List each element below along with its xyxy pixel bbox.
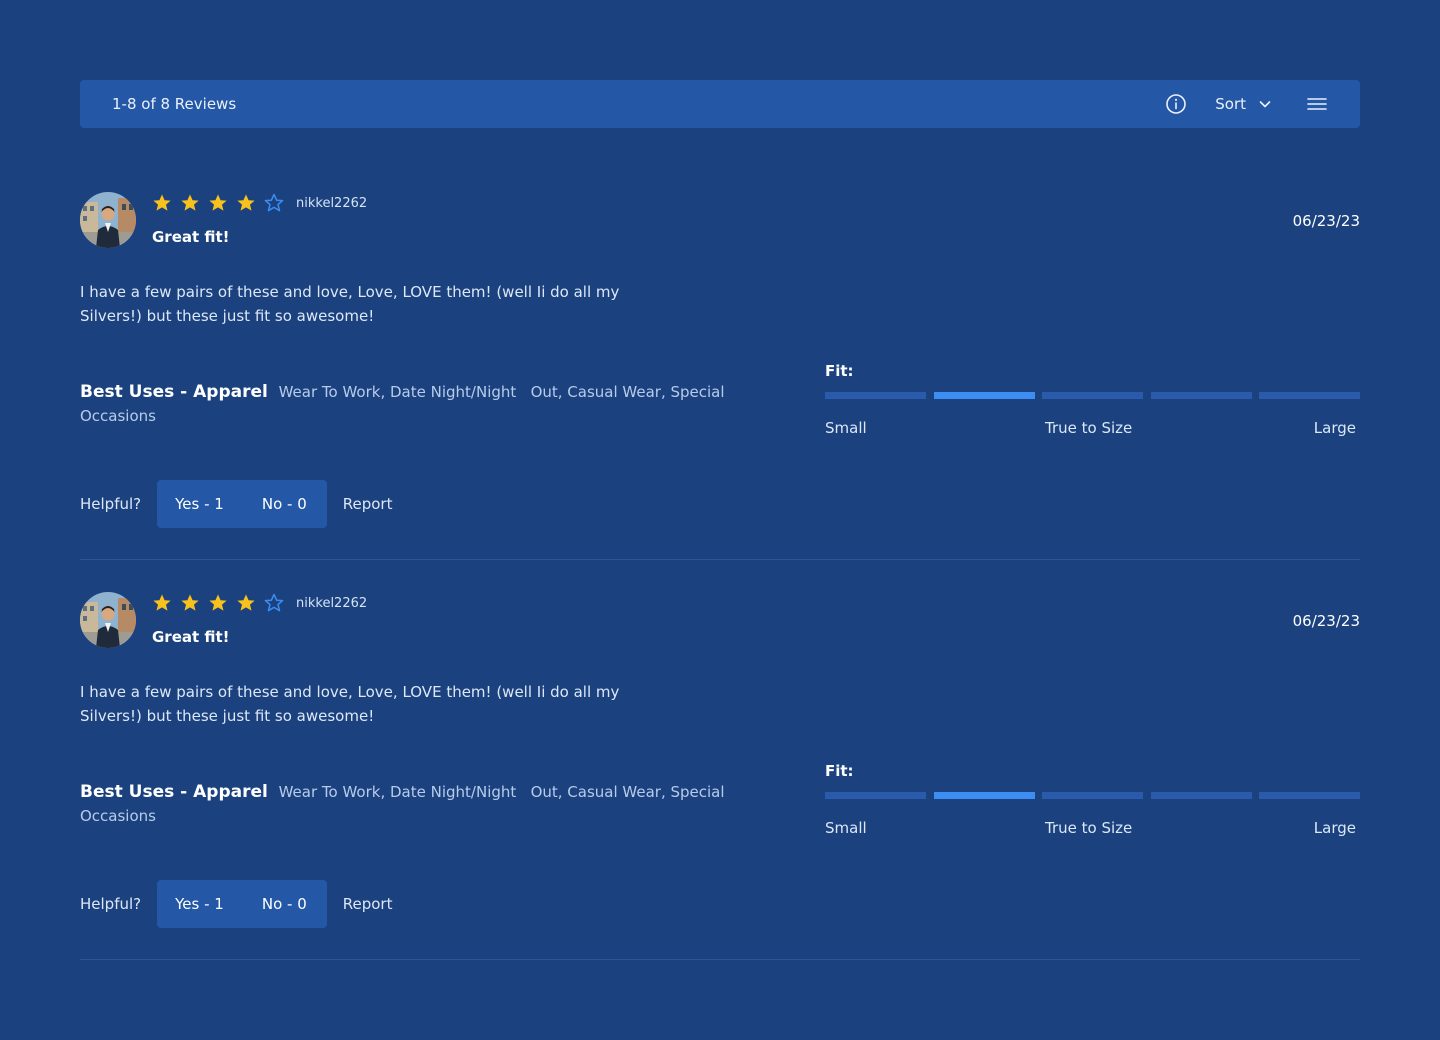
- sort-label: Sort: [1215, 95, 1246, 113]
- fit-segment: [1150, 792, 1252, 799]
- helpful-row: Helpful? Yes - 1 No - 0 Report: [80, 480, 392, 528]
- reviewer-username: nikkel2262: [296, 196, 368, 211]
- fit-scale-true-to-size: True to Size: [1045, 419, 1133, 437]
- fit-scale-true-to-size: True to Size: [1045, 819, 1133, 837]
- reviewer-username: nikkel2262: [296, 596, 368, 611]
- fit-segment: [825, 792, 926, 799]
- sort-button[interactable]: Sort: [1215, 95, 1272, 113]
- star-rating: [152, 593, 292, 613]
- info-icon[interactable]: [1165, 93, 1187, 115]
- vote-yes-button[interactable]: Yes - 1: [175, 895, 224, 913]
- best-uses: Best Uses - Apparel Wear To Work, Date N…: [80, 380, 730, 428]
- fit-segment: [1042, 392, 1143, 399]
- fit-label: Fit:: [825, 762, 854, 780]
- fit-scale-bars: [825, 392, 1360, 400]
- helpful-label: Helpful?: [80, 895, 142, 913]
- helpful-row: Helpful? Yes - 1 No - 0 Report: [80, 880, 392, 928]
- review-date: 06/23/23: [1292, 212, 1360, 230]
- star-filled-icon: [208, 593, 228, 613]
- fit-segment: [1259, 792, 1360, 799]
- review-card: nikkel2262 Great fit! 06/23/23 I have a …: [80, 592, 1360, 960]
- fit-scale-large: Large: [1313, 819, 1356, 837]
- star-filled-icon: [152, 193, 172, 213]
- reviews-header-bar: 1-8 of 8 Reviews Sort: [80, 80, 1360, 128]
- star-empty-icon: [264, 593, 284, 613]
- star-filled-icon: [208, 193, 228, 213]
- review-divider: [80, 959, 1360, 960]
- fit-segment: [1150, 392, 1252, 399]
- review-date: 06/23/23: [1292, 612, 1360, 630]
- best-uses: Best Uses - Apparel Wear To Work, Date N…: [80, 780, 730, 828]
- fit-scale-small: Small: [825, 819, 867, 837]
- fit-scale-small: Small: [825, 419, 867, 437]
- review-count: 1-8 of 8 Reviews: [112, 95, 237, 113]
- review-divider: [80, 559, 1360, 560]
- header-actions: Sort: [1165, 93, 1328, 115]
- vote-group: Yes - 1 No - 0: [157, 880, 327, 928]
- menu-icon[interactable]: [1306, 93, 1328, 115]
- vote-yes-button[interactable]: Yes - 1: [175, 495, 224, 513]
- fit-segment: [1259, 392, 1360, 399]
- helpful-label: Helpful?: [80, 495, 142, 513]
- vote-group: Yes - 1 No - 0: [157, 480, 327, 528]
- star-filled-icon: [152, 593, 172, 613]
- review-body: I have a few pairs of these and love, Lo…: [80, 683, 620, 725]
- star-filled-icon: [180, 593, 200, 613]
- review-card: nikkel2262 Great fit! 06/23/23 I have a …: [80, 192, 1360, 560]
- report-link[interactable]: Report: [343, 895, 393, 913]
- star-filled-icon: [236, 593, 256, 613]
- fit-label: Fit:: [825, 362, 854, 380]
- star-rating: [152, 193, 292, 213]
- review-body: I have a few pairs of these and love, Lo…: [80, 283, 620, 325]
- avatar: [80, 592, 136, 648]
- review-title: Great fit!: [152, 228, 230, 246]
- best-uses-label: Best Uses - Apparel: [80, 382, 268, 402]
- fit-segment-selected: [933, 392, 1035, 399]
- vote-no-button[interactable]: No - 0: [262, 895, 307, 913]
- fit-rating: Fit: Small True to Size Large: [825, 762, 1360, 837]
- avatar: [80, 192, 136, 248]
- fit-scale-large: Large: [1313, 419, 1356, 437]
- fit-rating: Fit: Small True to Size Large: [825, 362, 1360, 437]
- star-filled-icon: [236, 193, 256, 213]
- review-title: Great fit!: [152, 628, 230, 646]
- fit-segment: [825, 392, 926, 399]
- chevron-down-icon: [1258, 97, 1272, 111]
- fit-scale-bars: [825, 792, 1360, 800]
- vote-no-button[interactable]: No - 0: [262, 495, 307, 513]
- fit-segment-selected: [933, 792, 1035, 799]
- report-link[interactable]: Report: [343, 495, 393, 513]
- fit-segment: [1042, 792, 1143, 799]
- star-filled-icon: [180, 193, 200, 213]
- star-empty-icon: [264, 193, 284, 213]
- best-uses-label: Best Uses - Apparel: [80, 782, 268, 802]
